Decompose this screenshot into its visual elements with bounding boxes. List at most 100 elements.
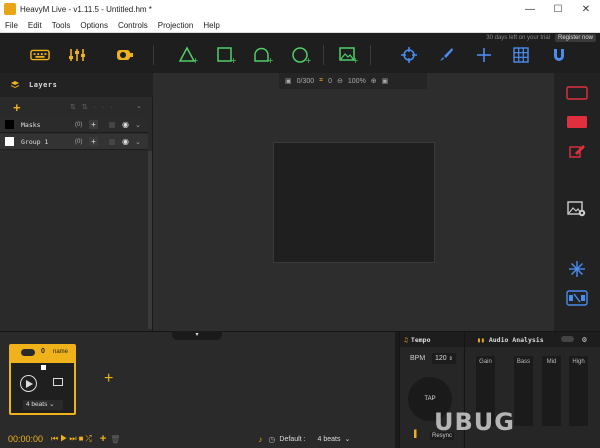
- close-button[interactable]: ✕: [572, 0, 600, 18]
- transport-controls[interactable]: ⏮▶⏭■⤮: [51, 434, 94, 444]
- register-button[interactable]: Register now: [554, 34, 596, 42]
- fit-icon[interactable]: ▣: [382, 77, 389, 85]
- transport-bar: 00:00:00 ⏮▶⏭■⤮ + 🗑 ♪ ◷ Default : 4 beats…: [0, 430, 395, 448]
- edit-layer-icon[interactable]: [566, 143, 588, 159]
- zoom-in-icon[interactable]: ⊕: [371, 77, 377, 85]
- layer-count: (0): [75, 138, 83, 145]
- equalizer-icon: ▮▮: [477, 335, 485, 344]
- title-bar: HeavyM Live - v1.11.5 - Untitled.hm * — …: [0, 0, 600, 18]
- band-label-mid: Mid: [546, 359, 557, 365]
- zoom-level: 100%: [347, 77, 366, 85]
- loop-icon[interactable]: [53, 378, 63, 386]
- projector-icon[interactable]: [115, 47, 135, 63]
- svg-text:+: +: [192, 56, 198, 64]
- trash-icon[interactable]: 🗑: [110, 435, 120, 444]
- menu-edit[interactable]: Edit: [23, 21, 47, 30]
- menu-options[interactable]: Options: [75, 21, 113, 30]
- tuning-fork-icon: ♪: [258, 434, 263, 444]
- brush-icon[interactable]: [436, 47, 456, 63]
- layers-scrollbar[interactable]: [148, 151, 152, 329]
- sequence-name[interactable]: name: [53, 349, 68, 355]
- outline-rect-icon[interactable]: [566, 85, 588, 101]
- menu-tools[interactable]: Tools: [47, 21, 76, 30]
- magnet-icon[interactable]: [549, 47, 569, 63]
- layer-tools-icon[interactable]: ⇅⇅···: [70, 103, 119, 111]
- layer-color-swatch[interactable]: [5, 137, 14, 146]
- filled-rect-icon[interactable]: [566, 114, 588, 130]
- eye-icon[interactable]: ◉: [122, 137, 129, 146]
- artboard[interactable]: [273, 142, 435, 263]
- svg-text:+: +: [267, 56, 273, 64]
- triangle-add-icon[interactable]: +: [178, 46, 198, 64]
- sequence-card-body: 4 beats ⌄: [11, 363, 74, 413]
- minimize-button[interactable]: —: [516, 0, 544, 18]
- clock-icon: ◷: [268, 434, 276, 444]
- audio-header: ▮▮ Audio Analysis ⚙: [465, 332, 600, 347]
- maximize-button[interactable]: ☐: [544, 0, 572, 18]
- menu-help[interactable]: Help: [198, 21, 224, 30]
- grid-icon[interactable]: [511, 47, 531, 63]
- canvas-status-bar: ▣ 0/300 ⌗ 0 ⊖ 100% ⊕ ▣: [279, 73, 427, 89]
- default-label: Default :: [279, 435, 306, 443]
- time-display: 00:00:00: [8, 434, 44, 444]
- metronome-icon: ♫: [404, 335, 408, 344]
- chevron-down-icon[interactable]: ⌄: [135, 138, 141, 146]
- svg-text:+: +: [230, 56, 236, 64]
- sparkle-icon[interactable]: [566, 261, 588, 277]
- watermark: UBUG: [434, 408, 515, 436]
- sequence-toggle[interactable]: [21, 349, 35, 356]
- arch-add-icon[interactable]: +: [253, 47, 273, 64]
- layer-add-button[interactable]: +: [89, 120, 98, 129]
- square-add-icon[interactable]: +: [216, 47, 236, 64]
- beats-select[interactable]: 4 beats ⌄: [23, 400, 63, 410]
- layer-add-button[interactable]: +: [89, 137, 98, 146]
- layer-name: Masks: [21, 120, 41, 129]
- eye-icon[interactable]: ◉: [122, 120, 129, 129]
- image-add-icon[interactable]: +: [338, 47, 358, 64]
- chevron-down-icon[interactable]: ⌄: [135, 121, 141, 129]
- layers-title: Layers: [29, 81, 58, 89]
- layer-lock-toggle[interactable]: [109, 138, 115, 145]
- target-icon[interactable]: [399, 47, 419, 63]
- mid-meter[interactable]: [542, 356, 561, 426]
- main-toolbar: 30 days left on your trial Register now …: [0, 33, 600, 73]
- circle-add-icon[interactable]: +: [291, 47, 311, 64]
- window-title: HeavyM Live - v1.11.5 - Untitled.hm *: [20, 4, 152, 14]
- zoom-out-icon[interactable]: ⊖: [337, 77, 343, 85]
- layer-color-swatch[interactable]: [5, 120, 14, 129]
- image-settings-icon[interactable]: [566, 201, 588, 217]
- audio-toggle[interactable]: [561, 336, 574, 342]
- add-cue-button[interactable]: +: [100, 433, 106, 445]
- band-label-gain: Gain: [479, 359, 492, 365]
- shape-count: 0/300: [296, 77, 315, 85]
- crosshair-icon[interactable]: [474, 47, 494, 63]
- mapping-icon[interactable]: [566, 290, 588, 306]
- collapse-bottom-button[interactable]: ▾: [172, 331, 222, 340]
- layer-lock-toggle[interactable]: [109, 121, 115, 128]
- layer-row-group-1[interactable]: Group 1 (0) + ◉ ⌄: [0, 134, 148, 150]
- layer-row-masks[interactable]: Masks (0) + ◉ ⌄: [0, 117, 148, 133]
- sequence-number: 0: [41, 348, 45, 355]
- add-layer-button[interactable]: +: [13, 100, 21, 115]
- sequence-card[interactable]: 0 name 4 beats ⌄: [9, 344, 76, 415]
- menu-projection[interactable]: Projection: [153, 21, 199, 30]
- high-meter[interactable]: [569, 356, 588, 426]
- menu-controls[interactable]: Controls: [113, 21, 153, 30]
- beats-display[interactable]: 4 beats: [317, 436, 340, 443]
- bass-meter[interactable]: [514, 356, 533, 426]
- chevron-down-icon[interactable]: ⌄: [344, 435, 350, 443]
- sequence-marker: [41, 365, 46, 370]
- app-logo-icon: [4, 3, 16, 15]
- chevron-down-icon[interactable]: ⌄: [136, 102, 142, 110]
- bpm-label: BPM: [410, 355, 426, 362]
- svg-text:+: +: [305, 56, 311, 64]
- add-sequence-button[interactable]: +: [104, 370, 113, 388]
- play-button[interactable]: [20, 375, 37, 392]
- gear-icon[interactable]: ⚙: [582, 335, 587, 344]
- selection-count: 0: [328, 77, 333, 85]
- canvas-area[interactable]: ▣ 0/300 ⌗ 0 ⊖ 100% ⊕ ▣: [153, 73, 554, 331]
- keyboard-icon[interactable]: [30, 47, 50, 63]
- bpm-input[interactable]: 120 ⇕: [432, 353, 456, 364]
- menu-file[interactable]: File: [0, 21, 23, 30]
- sliders-icon[interactable]: [67, 47, 87, 63]
